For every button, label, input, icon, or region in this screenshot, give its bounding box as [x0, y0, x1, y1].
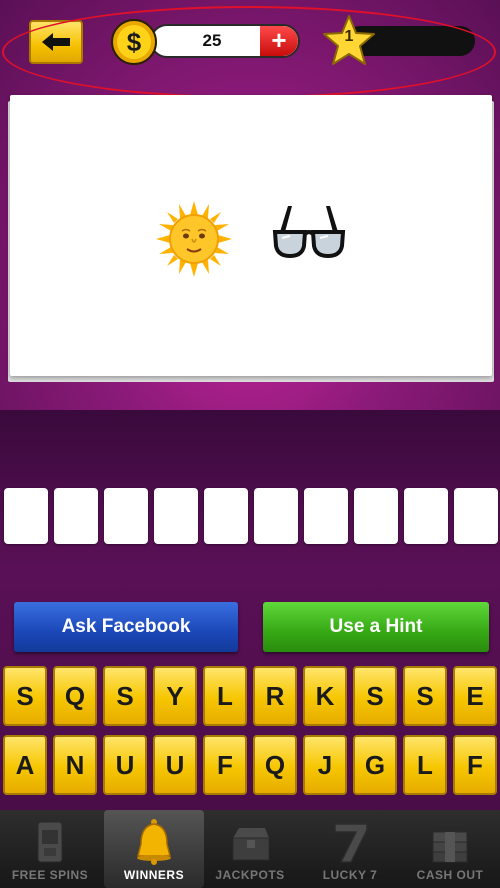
- letter-key[interactable]: L: [203, 666, 247, 726]
- letter-key[interactable]: F: [453, 735, 497, 795]
- letter-key[interactable]: K: [303, 666, 347, 726]
- letter-key[interactable]: N: [53, 735, 97, 795]
- use-hint-button[interactable]: Use a Hint: [263, 602, 489, 652]
- letter-key[interactable]: L: [403, 735, 447, 795]
- back-arrow-icon: [42, 33, 70, 51]
- bottom-nav: FREE SPINS WINNERS JACKPOTS LUCKY 7 CASH…: [0, 810, 500, 888]
- letter-key[interactable]: S: [3, 666, 47, 726]
- letter-key[interactable]: S: [403, 666, 447, 726]
- nav-label: FREE SPINS: [11, 868, 89, 882]
- letter-key[interactable]: U: [153, 735, 197, 795]
- seven-icon: [334, 823, 368, 863]
- letter-key[interactable]: U: [103, 735, 147, 795]
- answer-slot[interactable]: [4, 488, 48, 544]
- letter-key[interactable]: Y: [153, 666, 197, 726]
- answer-slot[interactable]: [454, 488, 498, 544]
- coin-count: 25: [202, 31, 222, 50]
- letter-key[interactable]: E: [453, 666, 497, 726]
- answer-slot[interactable]: [54, 488, 98, 544]
- letter-key[interactable]: G: [353, 735, 397, 795]
- buy-coins-button[interactable]: +: [260, 26, 298, 56]
- coin-balance: 25 +: [150, 24, 300, 58]
- letter-key[interactable]: Q: [253, 735, 297, 795]
- letter-key[interactable]: R: [253, 666, 297, 726]
- slot-machine-icon: [37, 821, 63, 863]
- coin-icon: $: [111, 19, 157, 65]
- puzzle-card: [10, 95, 492, 376]
- nav-label: LUCKY 7: [322, 868, 378, 882]
- answer-slot[interactable]: [404, 488, 448, 544]
- nav-cash-out[interactable]: CASH OUT: [400, 810, 500, 888]
- sun-with-face-icon: [156, 201, 232, 277]
- cash-stack-icon: [432, 831, 468, 863]
- bell-icon: [137, 819, 171, 865]
- answer-slot[interactable]: [304, 488, 348, 544]
- answer-boxes: [0, 488, 500, 546]
- letter-key[interactable]: Q: [53, 666, 97, 726]
- answer-slot[interactable]: [254, 488, 298, 544]
- level-number: 1: [344, 28, 354, 45]
- nav-label: WINNERS: [123, 868, 185, 882]
- coin-symbol: $: [127, 27, 142, 57]
- nav-jackpots[interactable]: JACKPOTS: [200, 810, 300, 888]
- answer-slot[interactable]: [104, 488, 148, 544]
- nav-lucky-7[interactable]: LUCKY 7: [300, 810, 400, 888]
- letter-key[interactable]: J: [303, 735, 347, 795]
- answer-slot[interactable]: [204, 488, 248, 544]
- treasure-chest-icon: [232, 828, 270, 861]
- letter-key[interactable]: S: [103, 666, 147, 726]
- nav-label: JACKPOTS: [215, 868, 285, 882]
- answer-slot[interactable]: [154, 488, 198, 544]
- nav-label: CASH OUT: [416, 868, 484, 882]
- nav-free-spins[interactable]: FREE SPINS: [0, 810, 100, 888]
- nav-winners[interactable]: WINNERS: [104, 810, 204, 888]
- letter-key[interactable]: S: [353, 666, 397, 726]
- eyeglasses-icon: [272, 206, 346, 259]
- back-button[interactable]: [29, 20, 83, 64]
- ask-facebook-button[interactable]: Ask Facebook: [14, 602, 238, 652]
- answer-slot[interactable]: [354, 488, 398, 544]
- letter-key[interactable]: A: [3, 735, 47, 795]
- letter-key[interactable]: F: [203, 735, 247, 795]
